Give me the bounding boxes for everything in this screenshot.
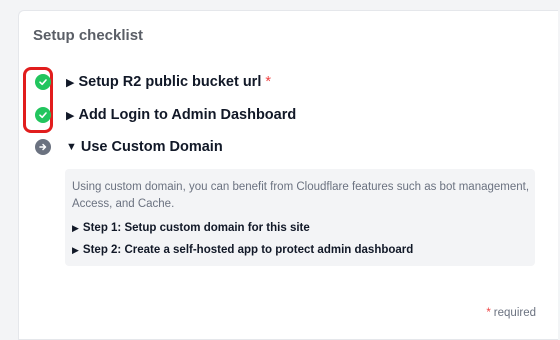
custom-domain-panel: Using custom domain, you can benefit fro… <box>65 169 535 266</box>
collapsed-triangle-icon: ▶ <box>72 222 79 233</box>
setup-checklist-card: Setup checklist ▶ Setup R2 public bucket… <box>18 10 558 340</box>
checklist-item-admin-login[interactable]: ▶ Add Login to Admin Dashboard <box>33 104 296 126</box>
required-marker: * <box>265 74 272 90</box>
step-label: Step 1: Setup custom domain for this sit… <box>82 222 310 234</box>
collapsed-triangle-icon: ▶ <box>66 109 75 122</box>
check-circle-icon <box>35 74 51 90</box>
checklist-item-label: ▼ Use Custom Domain <box>66 139 223 155</box>
expanded-triangle-icon: ▼ <box>66 141 77 153</box>
collapsed-triangle-icon: ▶ <box>66 76 75 89</box>
checklist-item-label: ▶ Add Login to Admin Dashboard <box>66 107 297 123</box>
custom-domain-description: Using custom domain, you can benefit fro… <box>72 181 530 210</box>
checklist-item-custom-domain[interactable]: ▼ Use Custom Domain <box>33 136 223 158</box>
checklist-item-label: ▶ Setup R2 public bucket url * <box>66 74 272 90</box>
step-1-toggle[interactable]: ▶ Step 1: Setup custom domain for this s… <box>72 222 310 234</box>
collapsed-triangle-icon: ▶ <box>72 244 79 255</box>
required-footnote-text: required <box>493 307 536 319</box>
step-label: Step 2: Create a self-hosted app to prot… <box>82 244 414 256</box>
arrow-right-circle-icon <box>35 139 51 155</box>
required-marker: * <box>486 307 491 319</box>
checklist-item-r2-bucket[interactable]: ▶ Setup R2 public bucket url * <box>33 71 271 93</box>
check-circle-icon <box>35 107 51 123</box>
checklist-title: Setup checklist <box>33 27 144 44</box>
required-footnote: * required <box>486 307 536 319</box>
step-2-toggle[interactable]: ▶ Step 2: Create a self-hosted app to pr… <box>72 244 413 256</box>
